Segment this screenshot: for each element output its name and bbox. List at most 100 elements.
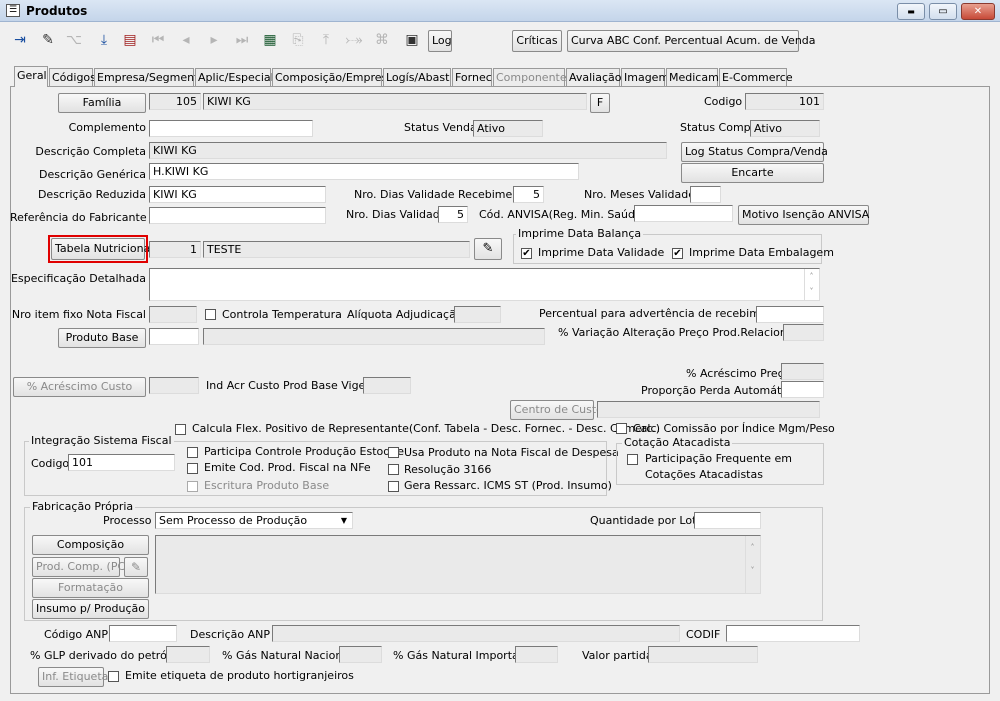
motivo-anvisa-button[interactable]: Motivo Isenção ANVISA <box>738 205 869 225</box>
print-icon[interactable]: ▤ <box>118 27 142 53</box>
espec-textarea[interactable] <box>149 268 820 301</box>
minimize-button[interactable]: ▬ <box>897 3 925 20</box>
attach-icon[interactable]: ⌘ <box>370 27 394 53</box>
acrescimo-custo-field[interactable] <box>149 377 199 394</box>
tab-imagem[interactable]: Imagem <box>621 68 669 86</box>
centro-custo-button[interactable]: Centro de Custo <box>510 400 603 420</box>
desc-generica-input[interactable]: H.KIWI KG <box>149 163 579 180</box>
tree-icon[interactable]: ⌥ <box>62 27 86 53</box>
tab-e-commerce[interactable]: E-Commerce <box>719 68 793 86</box>
tab-aplic-especial[interactable]: Aplic/Especial <box>195 68 274 86</box>
meses-validade-input[interactable] <box>690 186 721 203</box>
produto-base-name[interactable] <box>203 328 545 345</box>
composicao-button[interactable]: Composição <box>32 535 149 555</box>
valor-partida-field[interactable] <box>648 646 758 663</box>
calcula-flex-checkbox[interactable] <box>175 424 186 435</box>
familia-f-button[interactable]: F <box>590 93 610 113</box>
tab-fornec[interactable]: Fornec <box>452 68 492 86</box>
aliquota-field[interactable] <box>454 306 501 323</box>
escritura-checkbox[interactable] <box>187 481 198 492</box>
insumo-button[interactable]: Insumo p/ Produção <box>32 599 149 619</box>
emite-etiqueta-checkbox[interactable] <box>108 671 119 682</box>
tab-medicam[interactable]: Medicam. <box>666 68 722 86</box>
familia-button[interactable]: Família <box>58 93 146 113</box>
criticas-button[interactable]: Críticas <box>512 30 562 52</box>
int-codigo-input[interactable]: 101 <box>68 454 175 471</box>
prod-comp-edit-button[interactable]: ✎ <box>124 557 148 577</box>
gas-nac-field[interactable] <box>339 646 382 663</box>
list-view-icon[interactable]: ▦ <box>258 27 282 53</box>
imprime-embalagem-checkbox[interactable]: ✔ <box>672 248 683 259</box>
gera-ressarc-checkbox[interactable] <box>388 481 399 492</box>
maximize-button[interactable]: ▭ <box>929 3 957 20</box>
nro-item-field[interactable] <box>149 306 197 323</box>
exit-icon[interactable]: ⇥ <box>8 27 32 53</box>
participacao-checkbox[interactable] <box>627 454 638 465</box>
close-button[interactable]: ✕ <box>961 3 995 20</box>
calc-comissao-checkbox[interactable] <box>616 423 627 434</box>
usa-produto-checkbox[interactable] <box>388 447 399 458</box>
percentual-adv-input[interactable] <box>756 306 824 323</box>
tab-composicao-empresa[interactable]: Composição/Empresa <box>272 68 394 86</box>
first-icon[interactable]: ⏮ <box>146 27 170 53</box>
tabela-nutricional-name[interactable]: TESTE <box>203 241 470 258</box>
calculator-icon[interactable]: ▣ <box>400 27 424 53</box>
acrescimo-preco-field[interactable] <box>781 363 824 380</box>
produto-base-button[interactable]: Produto Base <box>58 328 146 348</box>
log-status-button[interactable]: Log Status Compra/Venda <box>681 142 828 162</box>
curva-abc-button[interactable]: Curva ABC Conf. Percentual Acum. de Vend… <box>567 30 816 52</box>
fabricacao-memo-scrollbar[interactable]: ˄ ˅ <box>745 536 759 593</box>
chevron-down-icon[interactable]: ▼ <box>337 514 351 527</box>
variacao-field[interactable] <box>783 324 824 341</box>
familia-name-field[interactable]: KIWI KG <box>203 93 587 110</box>
proporcao-input[interactable] <box>781 381 824 398</box>
descricao-anp-field[interactable] <box>272 625 680 642</box>
familia-code-field[interactable]: 105 <box>149 93 201 110</box>
anvisa-input[interactable] <box>634 205 733 222</box>
tab-componentes[interactable]: Componentes <box>493 68 572 86</box>
tabela-nutricional-code[interactable]: 1 <box>149 241 201 258</box>
emite-cod-checkbox[interactable] <box>187 463 198 474</box>
imprime-validade-checkbox[interactable]: ✔ <box>521 248 532 259</box>
log-button[interactable]: Log <box>428 30 452 52</box>
eraser-icon[interactable]: ✎ <box>36 27 60 53</box>
controla-temp-checkbox[interactable] <box>205 309 216 320</box>
tab-geral[interactable]: Geral <box>14 66 48 87</box>
desc-reduzida-input[interactable]: KIWI KG <box>149 186 326 203</box>
last-icon[interactable]: ⏭ <box>230 27 254 53</box>
desc-completa-field[interactable]: KIWI KG <box>149 142 667 159</box>
processo-select[interactable]: Sem Processo de Produção ▼ <box>155 512 353 529</box>
tab-avaliacao[interactable]: Avaliação <box>566 68 622 86</box>
centro-custo-field[interactable] <box>597 401 820 418</box>
dias-validade-input[interactable]: 5 <box>438 206 468 223</box>
ind-acr-field[interactable] <box>363 377 411 394</box>
resolucao-checkbox[interactable] <box>388 464 399 475</box>
complemento-input[interactable] <box>149 120 313 137</box>
produto-base-code[interactable] <box>149 328 199 345</box>
status-compra-field[interactable]: Ativo <box>750 120 820 137</box>
export-icon[interactable]: ⤐ <box>342 27 366 53</box>
ref-fabricante-input[interactable] <box>149 207 326 224</box>
codigo-field[interactable]: 101 <box>745 93 824 110</box>
espec-scrollbar[interactable]: ˄ ˅ <box>804 269 818 300</box>
glp-field[interactable] <box>166 646 210 663</box>
status-venda-field[interactable]: Ativo <box>473 120 543 137</box>
prod-comp-button[interactable]: Prod. Comp. (PC) <box>32 557 129 577</box>
copy-icon[interactable]: ⎘ <box>286 27 310 53</box>
gas-imp-field[interactable] <box>515 646 558 663</box>
edit-nutricional-button[interactable]: ✎ <box>474 238 502 260</box>
dias-receb-input[interactable]: 5 <box>513 186 544 203</box>
import-icon[interactable]: ⤒ <box>314 27 338 53</box>
qtd-lote-input[interactable] <box>694 512 761 529</box>
save-icon[interactable]: ⤓ <box>92 27 116 53</box>
tab-logis-abast[interactable]: Logís/Abast <box>383 68 451 86</box>
prev-icon[interactable]: ◂ <box>174 27 198 53</box>
inf-etiqueta-button[interactable]: Inf. Etiqueta <box>38 667 108 687</box>
codif-input[interactable] <box>726 625 860 642</box>
codigo-anp-input[interactable] <box>109 625 177 642</box>
participa-checkbox[interactable] <box>187 447 198 458</box>
encarte-button[interactable]: Encarte <box>681 163 824 183</box>
acrescimo-custo-button[interactable]: % Acréscimo Custo <box>13 377 146 397</box>
fabricacao-memo[interactable] <box>155 535 761 594</box>
formatacao-button[interactable]: Formatação <box>32 578 149 598</box>
